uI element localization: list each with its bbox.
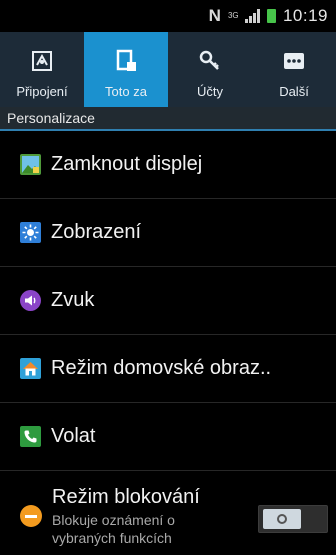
settings-tab-bar: Připojení Toto za Účty Další	[0, 32, 336, 107]
key-icon	[197, 48, 223, 74]
status-bar: N 3G 10:19	[0, 0, 336, 32]
list-item-display[interactable]: Zobrazení	[0, 199, 336, 267]
tab-accounts[interactable]: Účty	[168, 32, 252, 107]
signal-icon	[244, 9, 260, 23]
blocking-mode-toggle[interactable]	[258, 505, 328, 533]
list-item-label: Režim blokování	[52, 485, 200, 508]
tab-label: Další	[279, 84, 309, 99]
nfc-icon: N	[208, 6, 221, 25]
connections-icon	[29, 48, 55, 74]
list-item-subtitle: Blokuje oznámení o vybraných funkcích	[52, 511, 175, 546]
list-item-label: Zobrazení	[51, 221, 142, 243]
sound-icon	[20, 290, 41, 311]
tab-device[interactable]: Toto za	[84, 32, 168, 107]
list-item-sound[interactable]: Zvuk	[0, 267, 336, 335]
list-item-home-screen[interactable]: Režim domovské obraz..	[0, 335, 336, 403]
tab-label: Připojení	[16, 84, 68, 99]
tab-label: Účty	[197, 84, 223, 99]
home-screen-icon	[20, 358, 41, 379]
section-header: Personalizace	[0, 107, 336, 131]
blocking-texts: Režim blokování Blokuje oznámení o vybra…	[52, 486, 222, 547]
battery-icon	[266, 9, 276, 23]
tab-connections[interactable]: Připojení	[0, 32, 84, 107]
block-icon	[20, 505, 42, 527]
clock: 10:19	[282, 6, 328, 25]
call-icon	[20, 426, 41, 447]
settings-list: Zamknout displej Zobrazení Zvuk Režim do…	[0, 131, 336, 555]
list-item-label: Zamknout displej	[51, 153, 203, 175]
device-icon	[113, 48, 139, 74]
list-item-label: Zvuk	[51, 289, 95, 311]
toggle-knob	[263, 509, 301, 529]
list-item-label: Volat	[51, 425, 96, 447]
list-item-blocking-mode[interactable]: Režim blokování Blokuje oznámení o vybra…	[0, 471, 336, 555]
network-type-icon: 3G	[227, 11, 239, 20]
lock-screen-icon	[20, 154, 41, 175]
list-item-label: Režim domovské obraz..	[51, 357, 272, 379]
more-icon	[281, 48, 307, 74]
display-icon	[20, 222, 41, 243]
list-item-call[interactable]: Volat	[0, 403, 336, 471]
tab-label: Toto za	[105, 84, 147, 99]
tab-more[interactable]: Další	[252, 32, 336, 107]
list-item-lock-screen[interactable]: Zamknout displej	[0, 131, 336, 199]
